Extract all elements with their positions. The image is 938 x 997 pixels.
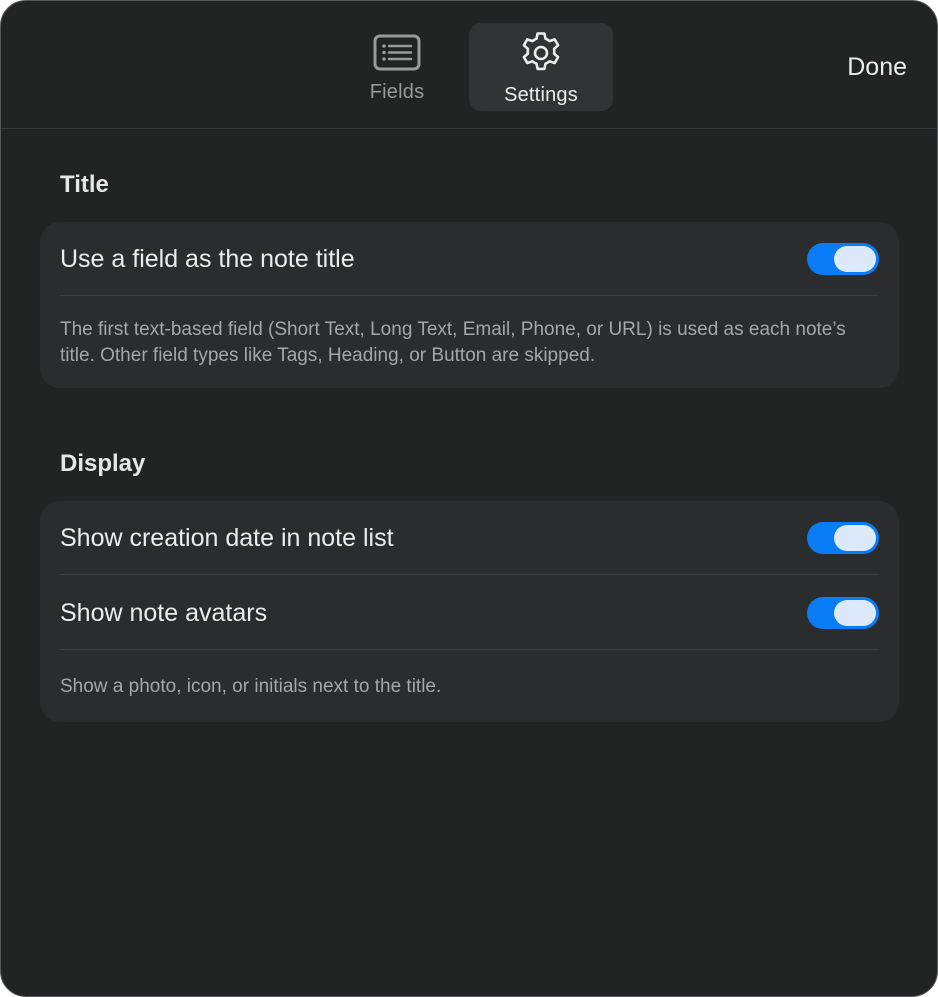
toggle-knob [834,246,876,272]
setting-label: Show note avatars [60,598,268,627]
setting-row-show-creation-date: Show creation date in note list [60,521,879,555]
tab-fields-label: Fields [369,81,425,103]
use-field-as-title-toggle[interactable] [807,243,879,275]
tab-settings-label: Settings [504,84,578,106]
divider [60,574,879,575]
section-heading-title: Title [60,171,109,198]
tab-settings[interactable]: Settings [469,23,613,111]
display-description: Show a photo, icon, or initials next to … [60,676,442,697]
section-heading-display: Display [60,450,146,477]
setting-row-use-field-as-title: Use a field as the note title [60,242,879,276]
toggle-knob [834,525,876,551]
sheet-header: Fields Settings Done [1,1,937,129]
divider [60,295,879,296]
done-button[interactable]: Done [847,53,907,82]
show-avatars-toggle[interactable] [807,597,879,629]
display-settings-card: Show creation date in note list Show not… [40,501,899,722]
gear-icon [522,32,560,71]
list-icon [373,34,421,71]
title-settings-card: Use a field as the note title The first … [40,222,899,388]
settings-sheet: Fields Settings Done Title Use a field a… [0,0,938,997]
tab-fields[interactable]: Fields [341,23,453,111]
setting-label: Show creation date in note list [60,523,394,552]
title-description: The first text-based field (Short Text, … [60,319,846,366]
toggle-knob [834,600,876,626]
setting-label: Use a field as the note title [60,244,355,273]
setting-row-show-avatars: Show note avatars [60,596,879,630]
show-creation-date-toggle[interactable] [807,522,879,554]
divider [60,649,879,650]
